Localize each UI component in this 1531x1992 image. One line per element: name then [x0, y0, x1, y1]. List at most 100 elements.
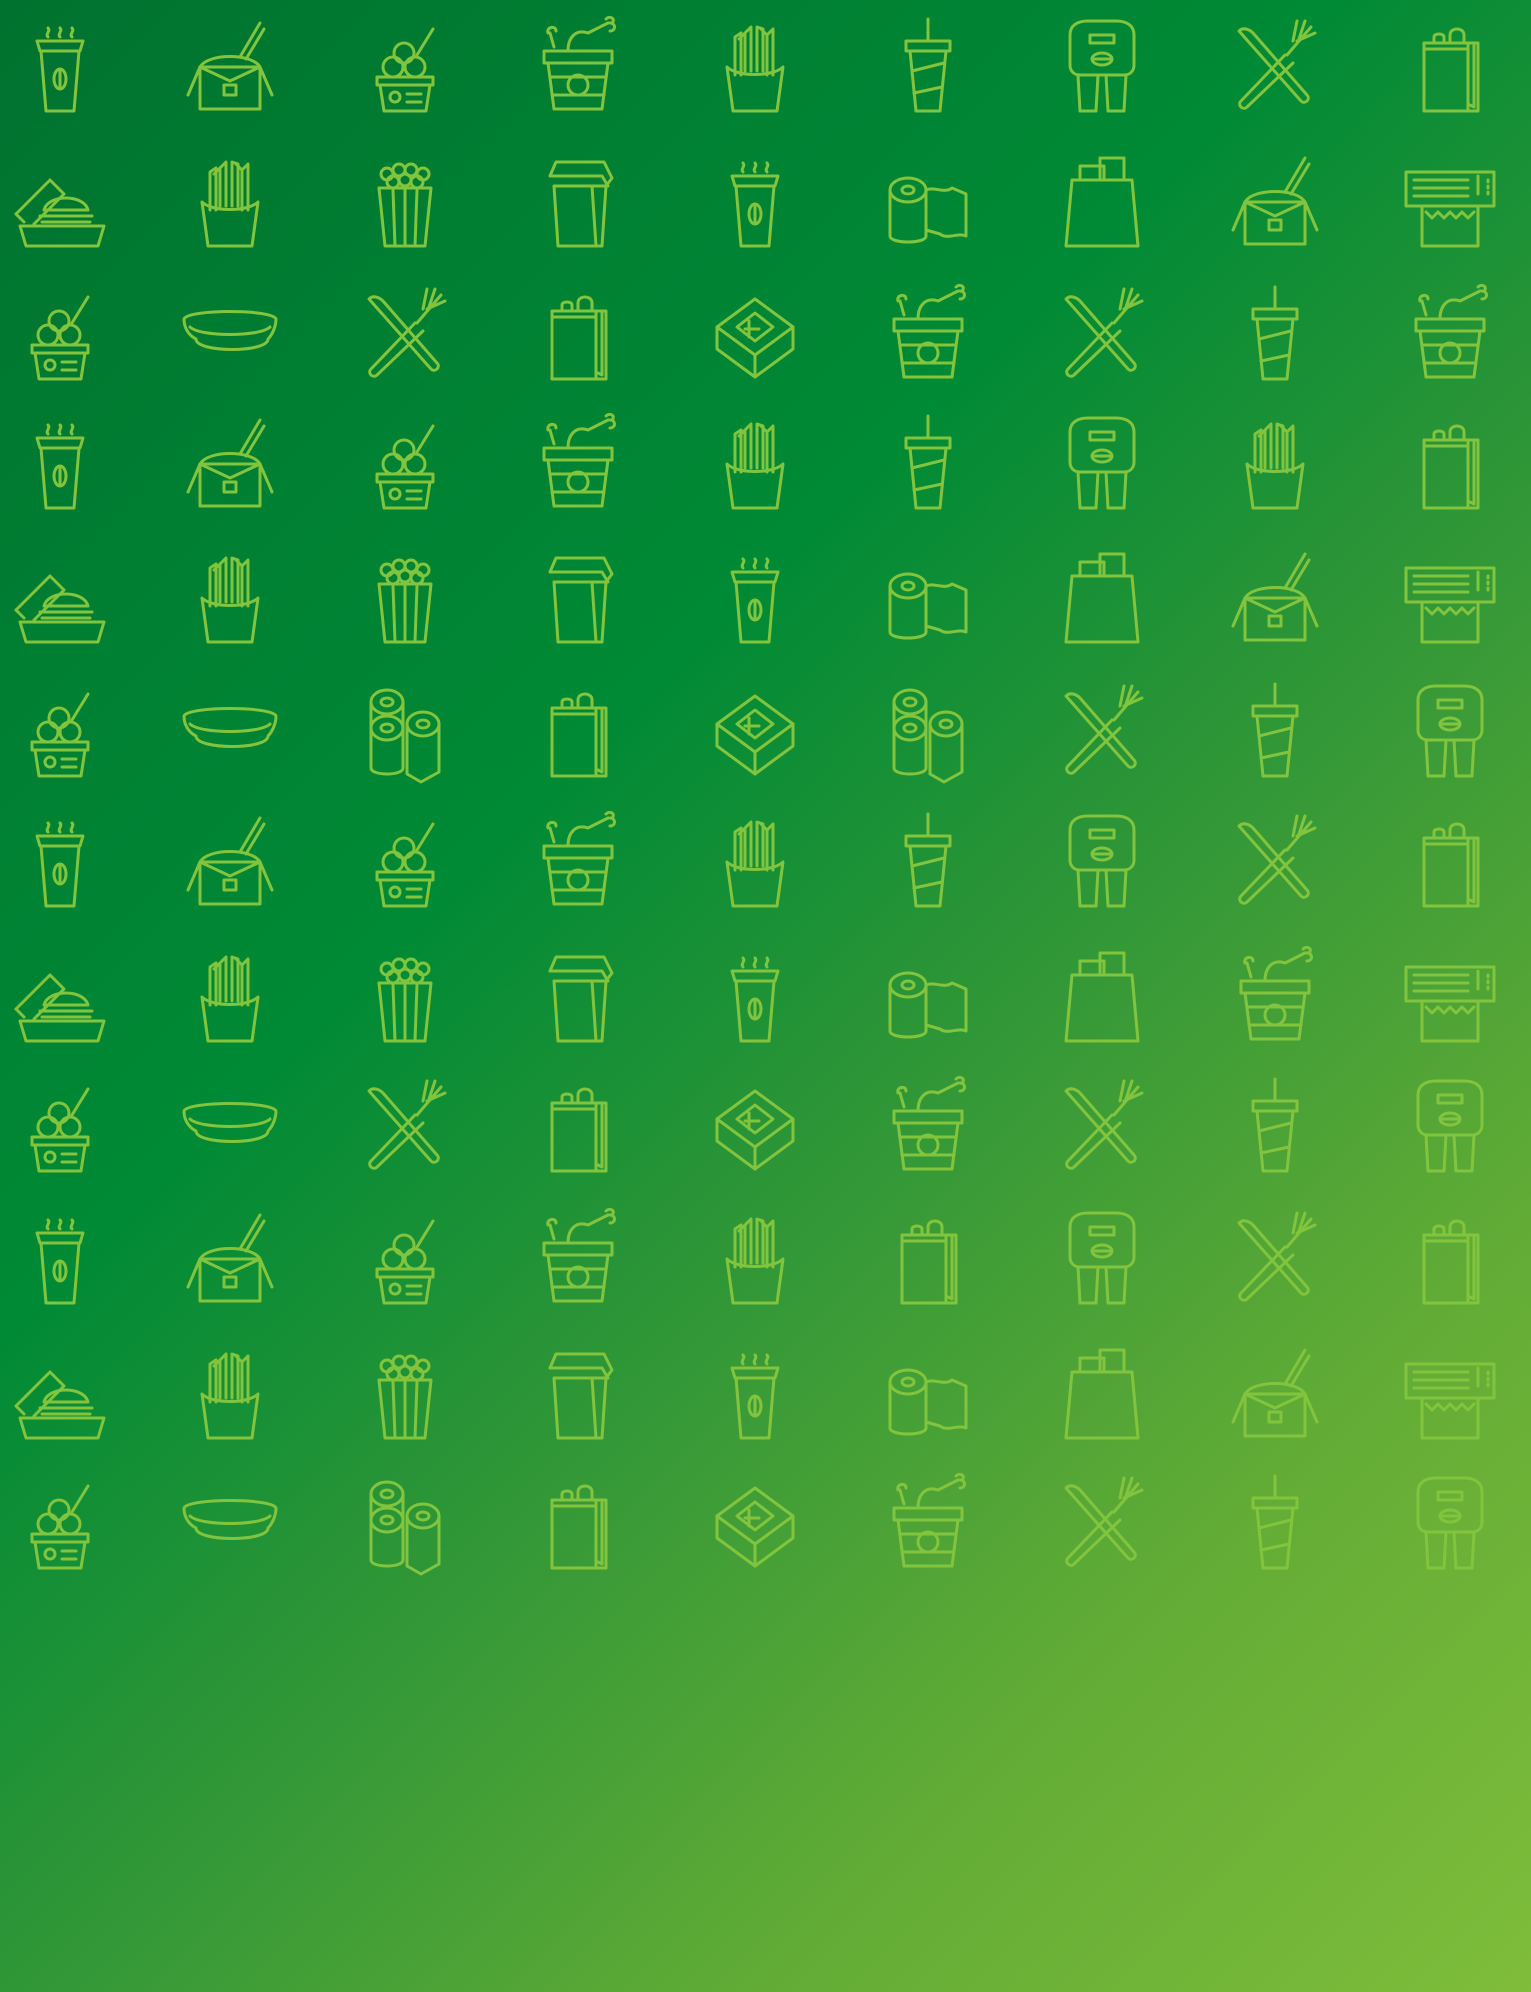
pizza-box-icon — [715, 694, 795, 776]
chicken-bucket-icon — [1239, 945, 1313, 1041]
paper-towel-rolls-icon — [892, 688, 964, 784]
fries-icon — [725, 820, 785, 908]
paper-bag-icon — [1422, 822, 1480, 908]
chicken-bucket-icon — [892, 1472, 966, 1568]
noodle-box-icon — [1231, 156, 1319, 246]
noodle-box-icon — [186, 816, 274, 906]
pizza-box-icon — [715, 1486, 795, 1568]
knife-fork-icon — [1237, 19, 1317, 110]
food-tray-icon — [182, 707, 278, 748]
fries-icon — [725, 422, 785, 510]
food-tray-icon — [182, 1102, 278, 1143]
paper-towel-icon — [888, 176, 968, 244]
noodle-box-icon — [186, 21, 274, 111]
burger-box-icon — [14, 178, 106, 248]
shopping-bag-icon — [1064, 1348, 1140, 1440]
ice-cream-cup-icon — [30, 295, 90, 381]
paper-bag-icon — [1422, 27, 1480, 113]
cup-carrier-icon — [1068, 814, 1136, 908]
paper-bag-icon — [550, 1087, 608, 1173]
food-packaging-pattern-background — [0, 0, 1531, 1992]
coffee-cup-icon — [35, 26, 85, 113]
chicken-bucket-icon — [542, 1207, 616, 1303]
paper-towel-icon — [888, 971, 968, 1039]
chicken-bucket-icon — [892, 1075, 966, 1171]
paper-bag-icon — [1422, 424, 1480, 510]
popcorn-icon — [377, 1354, 433, 1440]
burger-box-icon — [14, 973, 106, 1043]
shopping-bag-icon — [1064, 951, 1140, 1043]
food-tray-icon — [182, 310, 278, 351]
ice-cream-cup-icon — [375, 822, 435, 908]
paper-towel-icon — [888, 572, 968, 640]
coffee-cup-icon — [730, 956, 780, 1043]
popcorn-icon — [377, 162, 433, 248]
knife-fork-icon — [1064, 684, 1144, 775]
soda-cup-icon — [1251, 1077, 1299, 1173]
knife-fork-icon — [367, 1079, 447, 1170]
ice-cream-cup-icon — [30, 692, 90, 778]
soda-cup-icon — [1251, 1474, 1299, 1570]
fries-icon — [725, 1217, 785, 1305]
ice-cream-cup-icon — [375, 1219, 435, 1305]
cup-carrier-icon — [1416, 1079, 1484, 1173]
noodle-box-icon — [186, 418, 274, 508]
pizza-box-icon — [715, 297, 795, 379]
coffee-cup-icon — [35, 423, 85, 510]
ice-cream-cup-icon — [375, 27, 435, 113]
fries-icon — [1245, 422, 1305, 510]
coffee-cup-icon — [730, 161, 780, 248]
takeout-box-icon — [548, 556, 614, 644]
ice-cream-cup-icon — [30, 1484, 90, 1570]
paper-towel-rolls-icon — [369, 688, 441, 784]
takeout-box-icon — [548, 955, 614, 1043]
knife-fork-icon — [1237, 814, 1317, 905]
coffee-cup-icon — [730, 557, 780, 644]
paper-bag-icon — [550, 692, 608, 778]
chicken-bucket-icon — [892, 283, 966, 379]
foil-dispenser-icon — [1404, 566, 1496, 644]
foil-dispenser-icon — [1404, 170, 1496, 248]
chicken-bucket-icon — [542, 810, 616, 906]
shopping-bag-icon — [1064, 552, 1140, 644]
knife-fork-icon — [367, 287, 447, 378]
paper-bag-icon — [900, 1219, 958, 1305]
knife-fork-icon — [1064, 1079, 1144, 1170]
ice-cream-cup-icon — [30, 1087, 90, 1173]
knife-fork-icon — [1237, 1211, 1317, 1302]
paper-bag-icon — [550, 295, 608, 381]
soda-cup-icon — [904, 414, 952, 510]
cup-carrier-icon — [1068, 19, 1136, 113]
knife-fork-icon — [1064, 287, 1144, 378]
paper-bag-icon — [550, 1484, 608, 1570]
knife-fork-icon — [1064, 1476, 1144, 1567]
popcorn-icon — [377, 957, 433, 1043]
fries-icon — [200, 1352, 260, 1440]
shopping-bag-icon — [1064, 156, 1140, 248]
fries-icon — [200, 556, 260, 644]
paper-towel-icon — [888, 1368, 968, 1436]
burger-box-icon — [14, 1370, 106, 1440]
coffee-cup-icon — [35, 821, 85, 908]
fries-icon — [200, 160, 260, 248]
chicken-bucket-icon — [542, 15, 616, 111]
takeout-box-icon — [548, 1352, 614, 1440]
cup-carrier-icon — [1068, 1211, 1136, 1305]
chicken-bucket-icon — [542, 412, 616, 508]
noodle-box-icon — [186, 1213, 274, 1303]
soda-cup-icon — [904, 812, 952, 908]
icon-pattern-grid — [14, 15, 1496, 1576]
popcorn-icon — [377, 558, 433, 644]
cup-carrier-icon — [1068, 416, 1136, 510]
soda-cup-icon — [904, 17, 952, 113]
fries-icon — [725, 25, 785, 113]
soda-cup-icon — [1251, 682, 1299, 778]
foil-dispenser-icon — [1404, 965, 1496, 1043]
paper-towel-rolls-icon — [369, 1480, 441, 1576]
food-tray-icon — [182, 1499, 278, 1540]
soda-cup-icon — [1251, 285, 1299, 381]
noodle-box-icon — [1231, 552, 1319, 642]
cup-carrier-icon — [1416, 684, 1484, 778]
chicken-bucket-icon — [1414, 283, 1488, 379]
takeout-box-icon — [548, 160, 614, 248]
